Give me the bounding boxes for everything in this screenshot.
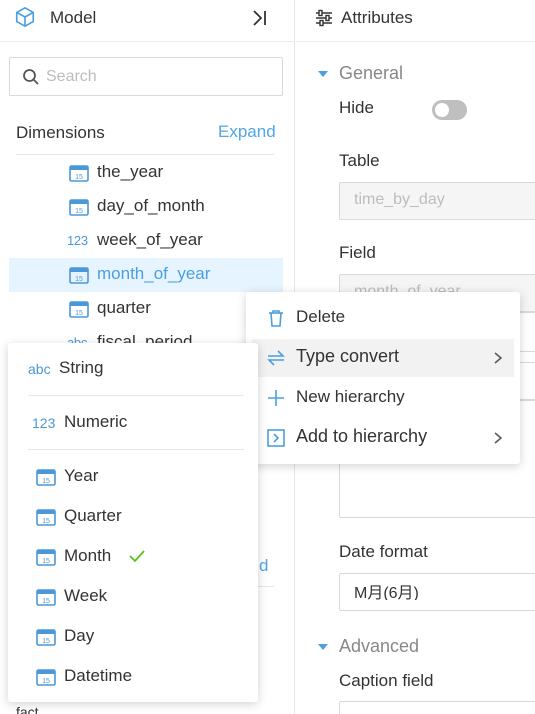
type-label: Quarter: [64, 506, 122, 525]
type-option-year[interactable]: 15 Year: [8, 458, 258, 496]
type-label: Month: [64, 546, 112, 565]
dimension-label: quarter: [97, 298, 151, 317]
obscured-item: fact: [16, 704, 39, 714]
trash-icon: [269, 310, 283, 327]
type-option-numeric[interactable]: 123 Numeric: [8, 404, 258, 442]
check-icon: [129, 550, 145, 563]
model-header: Model: [0, 0, 295, 42]
type-option-quarter[interactable]: 15 Quarter: [8, 498, 258, 536]
cube-icon: [15, 7, 35, 27]
caption-field-label: Caption field: [339, 671, 434, 690]
date-format-input[interactable]: [354, 582, 534, 600]
calendar-icon: 15: [36, 469, 56, 486]
svg-text:15: 15: [42, 678, 50, 685]
svg-text:15: 15: [42, 638, 50, 645]
dimension-item-quarter[interactable]: 15 quarter: [9, 292, 283, 326]
search-icon: [23, 69, 39, 85]
svg-text:15: 15: [42, 558, 50, 565]
numeric-icon: 123: [67, 233, 88, 248]
chevron-right-icon: [494, 352, 503, 364]
expand-link[interactable]: Expand: [218, 122, 276, 142]
divider: [16, 154, 274, 155]
dimension-label: month_of_year: [97, 264, 211, 283]
caret-down-icon[interactable]: [318, 644, 328, 650]
type-label: String: [59, 358, 104, 377]
sliders-icon: [316, 9, 332, 27]
menu-item-new-hierarchy[interactable]: New hierarchy: [252, 379, 514, 417]
add-to-icon: [267, 429, 285, 447]
divider: [28, 449, 244, 450]
table-label: Table: [339, 151, 380, 170]
plus-icon: [268, 390, 284, 406]
model-title: Model: [50, 8, 97, 27]
calendar-icon: 15: [36, 669, 56, 686]
dimensions-title: Dimensions: [16, 123, 105, 142]
calendar-icon: 15: [36, 629, 56, 646]
svg-text:15: 15: [75, 174, 83, 181]
type-option-month[interactable]: 15 Month: [8, 538, 258, 576]
type-label: Week: [64, 586, 108, 605]
type-option-day[interactable]: 15 Day: [8, 618, 258, 656]
dimension-item-the-year[interactable]: 15 the_year: [9, 156, 283, 190]
date-format-label: Date format: [339, 542, 428, 561]
type-label: Numeric: [64, 412, 128, 431]
attributes-title: Attributes: [341, 8, 413, 27]
svg-text:15: 15: [42, 598, 50, 605]
calendar-icon: 15: [69, 165, 89, 182]
menu-item-delete[interactable]: Delete: [252, 299, 514, 337]
type-label: Day: [64, 626, 95, 645]
calendar-icon: 15: [36, 549, 56, 566]
dimension-item-week-of-year[interactable]: 123 week_of_year: [9, 224, 283, 258]
menu-label: Delete: [296, 307, 346, 326]
svg-text:15: 15: [75, 310, 83, 317]
menu-label: New hierarchy: [296, 387, 405, 406]
menu-item-type-convert[interactable]: Type convert: [252, 339, 514, 377]
divider: [28, 395, 244, 396]
calendar-icon: 15: [69, 301, 89, 318]
calendar-icon: 15: [36, 509, 56, 526]
obscured-link[interactable]: d: [259, 556, 268, 576]
type-label: Datetime: [64, 666, 133, 685]
menu-label: Add to hierarchy: [296, 426, 428, 446]
menu-label: Type convert: [296, 346, 400, 366]
table-input[interactable]: [354, 191, 534, 209]
caret-down-icon[interactable]: [318, 71, 328, 77]
dimension-label: week_of_year: [97, 230, 203, 249]
field-label: Field: [339, 243, 376, 262]
svg-text:15: 15: [75, 208, 83, 215]
advanced-section-title[interactable]: Advanced: [339, 636, 419, 657]
date-format-select[interactable]: [339, 573, 535, 611]
type-option-datetime[interactable]: 15 Datetime: [8, 658, 258, 696]
search-input[interactable]: [46, 65, 276, 89]
collapse-panel-icon[interactable]: [250, 8, 270, 28]
type-convert-submenu: abc String 123 Numeric 15 Year 15 Quarte…: [8, 343, 258, 702]
dimension-item-month-of-year[interactable]: 15 month_of_year: [9, 258, 283, 292]
general-section-title[interactable]: General: [339, 63, 403, 84]
hide-toggle[interactable]: [432, 100, 467, 120]
caption-field-input[interactable]: [339, 701, 535, 714]
type-label: Year: [64, 466, 99, 485]
table-field[interactable]: [339, 182, 535, 220]
dimension-label: day_of_month: [97, 196, 205, 215]
chevron-right-icon: [494, 432, 503, 444]
dimension-label: the_year: [97, 162, 164, 181]
string-icon: abc: [28, 361, 51, 377]
svg-text:15: 15: [75, 276, 83, 283]
dimension-item-day-of-month[interactable]: 15 day_of_month: [9, 190, 283, 224]
calendar-icon: 15: [69, 267, 89, 284]
hide-label: Hide: [339, 98, 374, 117]
type-option-week[interactable]: 15 Week: [8, 578, 258, 616]
type-option-string[interactable]: abc String: [8, 350, 258, 388]
attributes-header: Attributes: [296, 0, 535, 42]
svg-text:15: 15: [42, 518, 50, 525]
calendar-icon: 15: [36, 589, 56, 606]
calendar-icon: 15: [69, 199, 89, 216]
svg-text:15: 15: [42, 478, 50, 485]
search-box[interactable]: [9, 57, 283, 96]
convert-icon: [267, 350, 285, 366]
menu-item-add-to-hierarchy[interactable]: Add to hierarchy: [252, 419, 514, 457]
numeric-icon: 123: [32, 415, 56, 431]
context-menu: Delete Type convert New hierarchy Add to…: [246, 292, 520, 464]
